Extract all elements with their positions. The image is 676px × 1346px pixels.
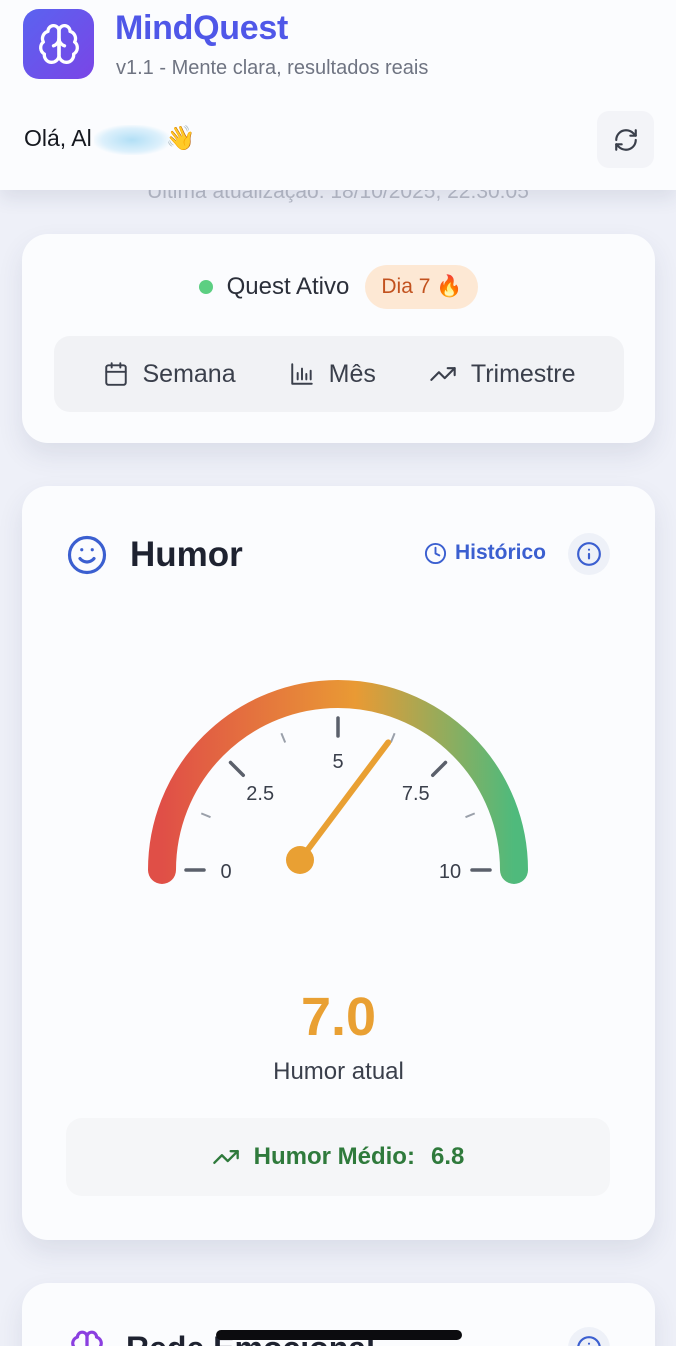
period-tabs: Semana Mês Trimestre (54, 336, 624, 412)
quest-status-row: Quest Ativo Dia 7 🔥 (22, 265, 655, 309)
brain-logo-icon (23, 9, 94, 79)
humor-gauge: 0 2.5 5 7.5 10 (148, 680, 528, 884)
humor-value: 7.0 (300, 987, 377, 1047)
gauge-minor-tick (280, 732, 287, 743)
quest-status-card: Quest Ativo Dia 7 🔥 Semana Mês Trimestre (22, 234, 655, 443)
tab-mes[interactable]: Mês (289, 360, 376, 389)
tab-semana[interactable]: Semana (103, 360, 236, 389)
tab-trimestre[interactable]: Trimestre (429, 360, 576, 389)
trending-up-icon (212, 1150, 239, 1164)
app-name: MindQuest (115, 9, 288, 47)
refresh-button[interactable] (597, 111, 654, 168)
home-indicator (216, 1330, 462, 1340)
gauge-major-tick (431, 760, 448, 777)
active-status-dot (198, 280, 213, 294)
average-value: 6.8 (430, 1143, 465, 1170)
tab-mes-label: Mês (328, 359, 376, 388)
app-header: MindQuest v1.1 - Mente clara, resultados… (0, 0, 676, 190)
average-label: Humor Médio: (253, 1143, 415, 1170)
humor-caption: Humor atual (273, 1058, 404, 1085)
quest-status-label: Quest Ativo (226, 273, 350, 300)
gauge-tick-label: 5 (332, 751, 343, 773)
wave-emoji: 👋 (165, 125, 196, 152)
redacted-name (93, 124, 170, 155)
trending-up-icon (430, 367, 456, 381)
app-tagline: v1.1 - Mente clara, resultados reais (116, 57, 429, 79)
gauge-needle-hub (286, 846, 314, 874)
gauge-minor-tick (465, 812, 476, 819)
gauge-tick-label: 2.5 (246, 783, 274, 805)
bar-chart-icon (290, 363, 313, 385)
gauge-tick-label: 0 (220, 861, 231, 883)
humor-average-box: Humor Médio: 6.8 (66, 1118, 610, 1196)
gauge-needle (297, 739, 392, 863)
greeting: Olá, Al 👋 (24, 124, 196, 155)
gauge-tick-label: 10 (439, 861, 461, 883)
greeting-text: Olá, Al (24, 125, 92, 151)
humor-card: Humor Histórico 0 2.5 5 7.5 10 7.0 Humor atu… (22, 486, 655, 1240)
gauge-tick-label: 7.5 (402, 783, 430, 805)
rede-info-button[interactable] (568, 1327, 610, 1346)
gauge-minor-tick (200, 812, 211, 819)
refresh-icon (614, 128, 637, 151)
calendar-icon (104, 362, 127, 386)
tab-trimestre-label: Trimestre (470, 359, 576, 388)
gauge-minor-tick (389, 732, 396, 743)
day-streak-badge: Dia 7 🔥 (365, 265, 479, 309)
gauge-tick-labels: 0 2.5 5 7.5 10 (220, 751, 461, 883)
brain-icon (71, 1330, 103, 1346)
tab-semana-label: Semana (142, 359, 236, 388)
gauge-major-tick (228, 760, 245, 777)
info-icon (577, 1336, 601, 1346)
